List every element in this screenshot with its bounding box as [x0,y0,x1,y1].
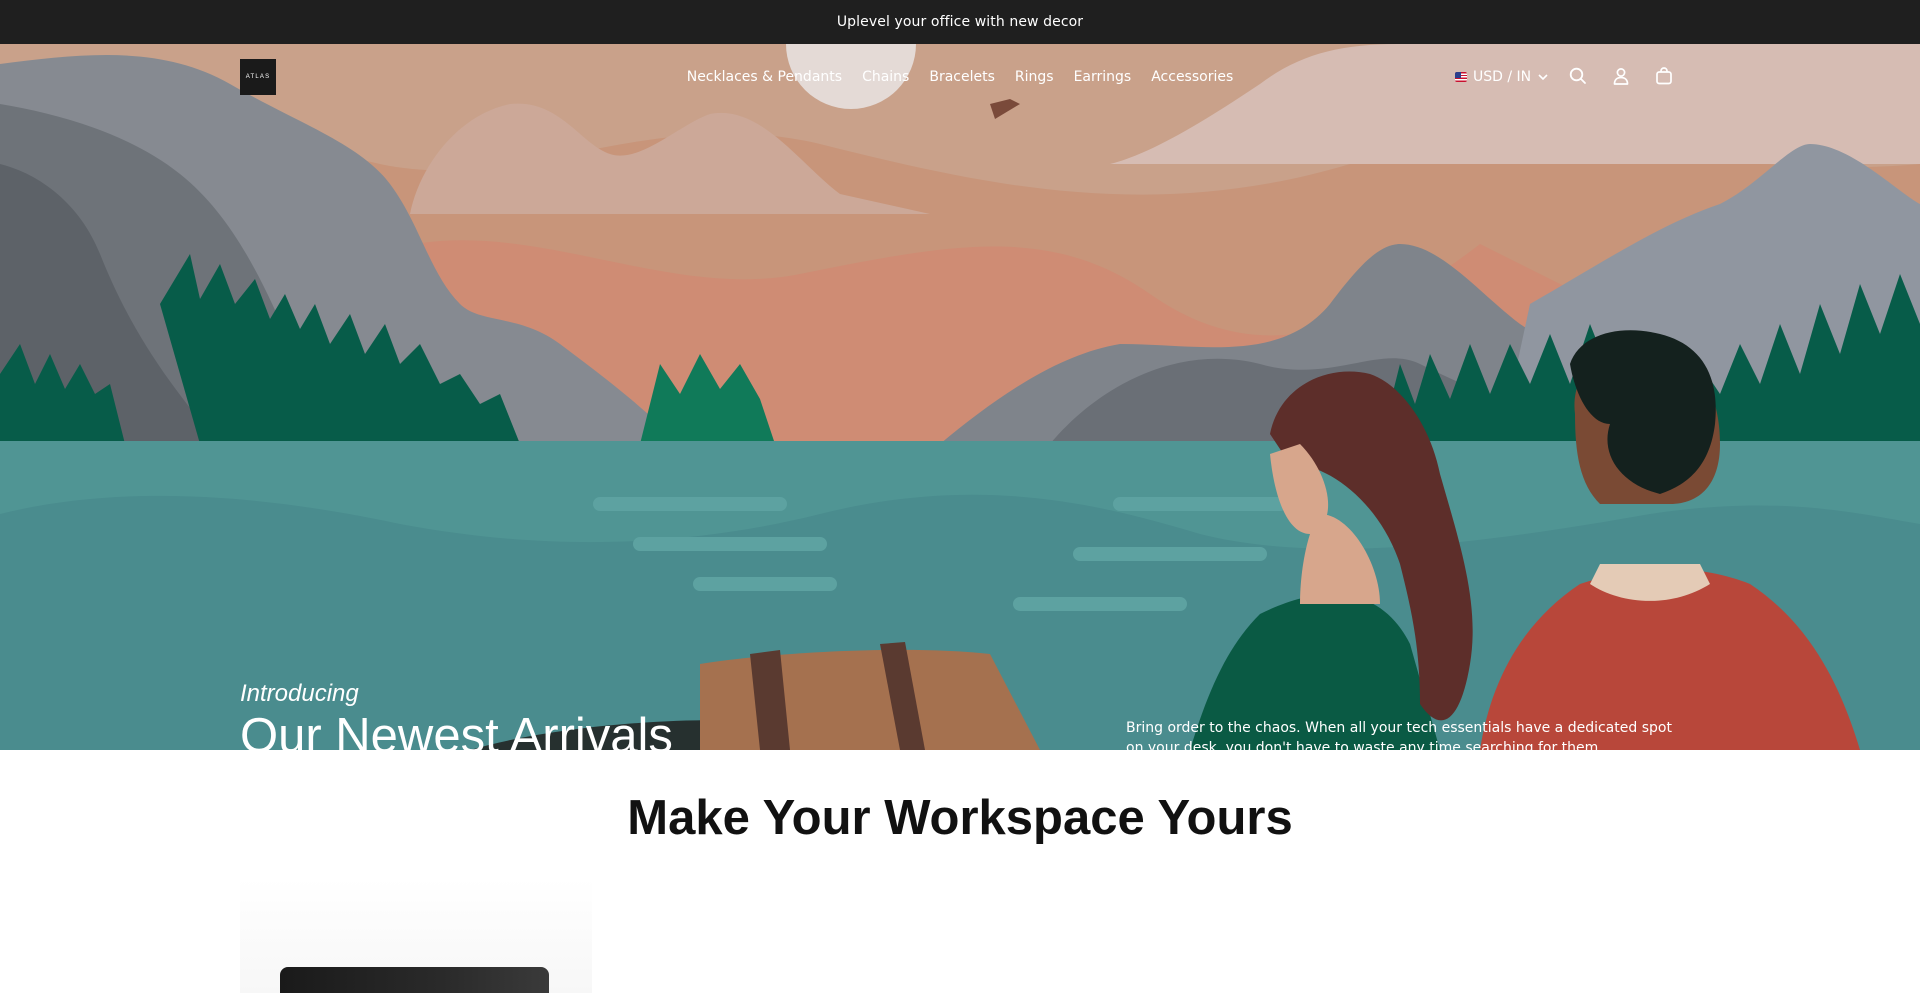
account-icon[interactable] [1611,66,1631,90]
nav-item-bracelets[interactable]: Bracelets [929,69,995,85]
cart-icon[interactable] [1654,66,1674,90]
announcement-text: Uplevel your office with new decor [836,14,1084,30]
nav-item-rings[interactable]: Rings [1015,69,1054,85]
hero-eyebrow: Introducing [240,680,359,707]
header-utilities: USD / IN [1455,64,1549,90]
hero-description: Bring order to the chaos. When all your … [1126,720,1672,750]
currency-label: USD / IN [1473,69,1532,85]
hero-title: Our Newest Arrivals [240,709,673,750]
hero-banner: Introducing Our Newest Arrivals Bring or… [0,44,1920,750]
product-card[interactable] [240,878,592,993]
chevron-down-icon [1538,74,1548,81]
announcement-bar: Uplevel your office with new decor [0,0,1920,44]
hero-heading-block: Introducing Our Newest Arrivals [240,680,673,750]
us-flag-icon [1455,72,1467,82]
search-icon[interactable] [1568,66,1588,90]
nav-item-earrings[interactable]: Earrings [1074,69,1132,85]
section-title: Make Your Workspace Yours [627,791,1293,845]
nav-item-necklaces-pendants[interactable]: Necklaces & Pendants [687,69,842,85]
site-header: ATLAS Necklaces & Pendants Chains Bracel… [0,44,1920,110]
nav-item-chains[interactable]: Chains [862,69,909,85]
product-image [280,967,549,993]
hero-illustration [0,44,1920,750]
main-nav: Necklaces & Pendants Chains Bracelets Ri… [0,44,1920,110]
nav-item-accessories[interactable]: Accessories [1151,69,1233,85]
currency-selector[interactable]: USD / IN [1455,69,1549,85]
